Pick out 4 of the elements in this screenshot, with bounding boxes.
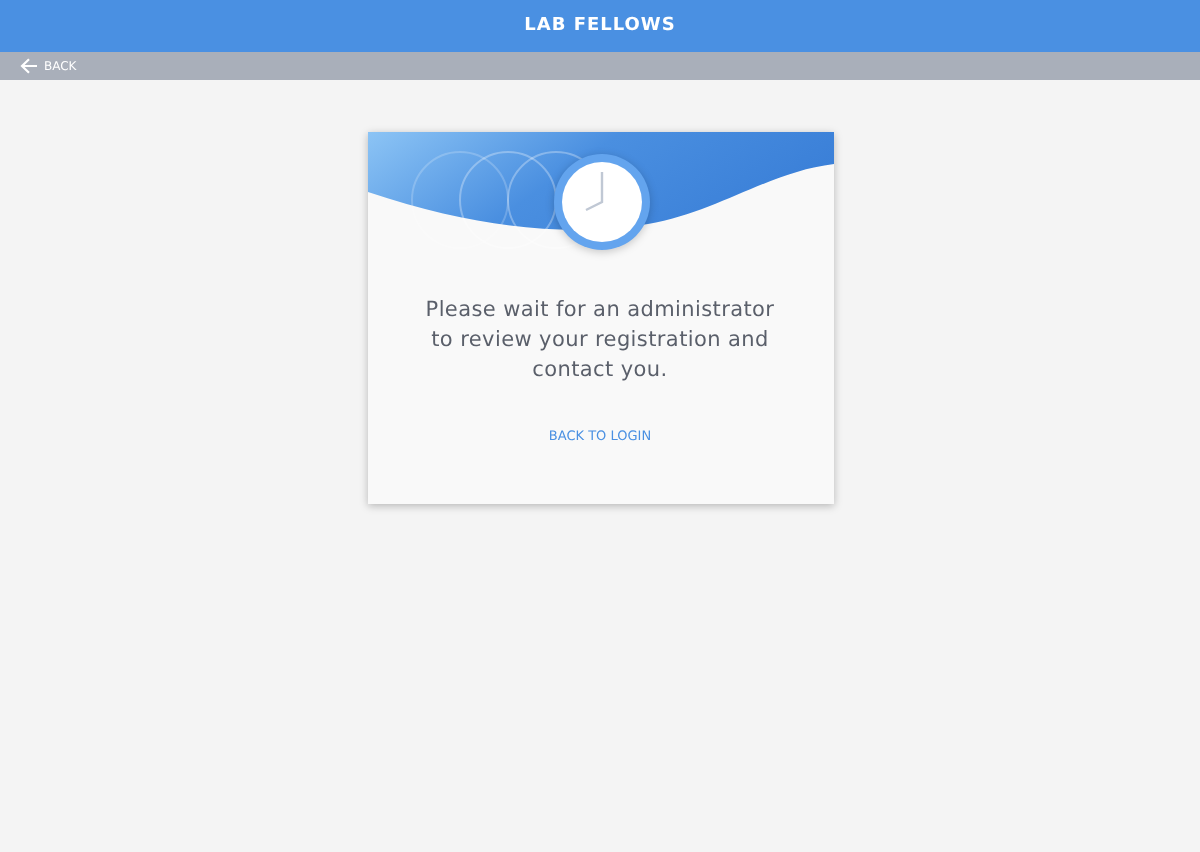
waiting-message: Please wait for an administrator to review your registration and contact you. <box>423 296 777 386</box>
clock-icon <box>553 154 649 250</box>
back-arrow-icon <box>20 58 38 74</box>
app-title: LAB FELLOWS <box>524 16 676 36</box>
